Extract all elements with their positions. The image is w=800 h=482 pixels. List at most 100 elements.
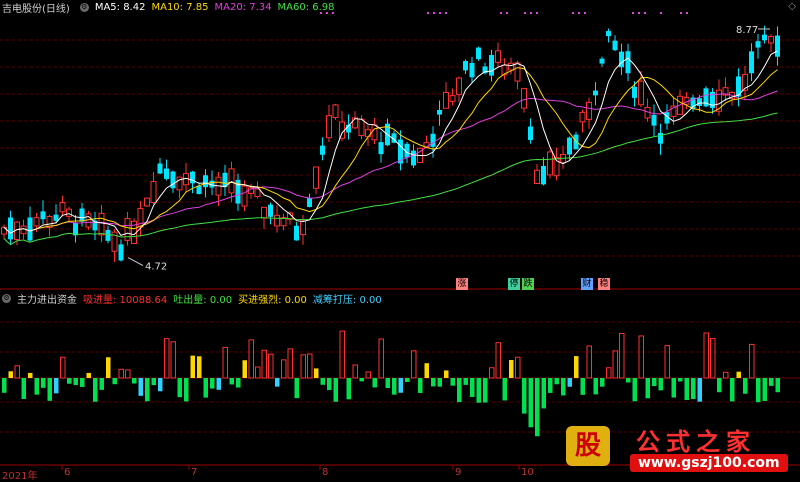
flow-bar xyxy=(697,378,702,402)
settings-icon[interactable]: ⚙ xyxy=(2,293,11,303)
event-tag[interactable]: 财 xyxy=(581,278,593,290)
candle-body xyxy=(632,86,637,98)
event-tag[interactable]: 停 xyxy=(508,278,520,290)
logo-glyph: 股 xyxy=(566,426,610,466)
candle-body xyxy=(33,217,40,227)
candle-body xyxy=(196,185,202,195)
flow-bar xyxy=(112,378,117,385)
flow-bar xyxy=(580,378,585,395)
x-tick-label: 8 xyxy=(322,467,329,478)
candle-body xyxy=(528,126,533,141)
flow-bar xyxy=(145,378,150,402)
flow-bar xyxy=(190,355,195,378)
flow-bar xyxy=(365,371,371,379)
flow-bar xyxy=(586,345,592,379)
candle-body xyxy=(469,62,475,78)
candle-body xyxy=(638,80,644,106)
flow-bar xyxy=(483,378,488,403)
event-tag-text: 稳 xyxy=(599,279,609,289)
flow-bar xyxy=(606,367,612,379)
candle-body xyxy=(489,54,494,76)
flow-bar xyxy=(522,378,527,414)
candle-body xyxy=(320,145,325,155)
flow-bar xyxy=(600,378,605,387)
flow-bar xyxy=(509,359,514,378)
candle-body xyxy=(365,129,371,138)
flow-bar xyxy=(561,378,566,396)
event-tag-text: 跌 xyxy=(523,279,533,289)
event-tag[interactable]: 涨 xyxy=(456,278,468,290)
flow-bar xyxy=(314,368,319,378)
ma10-line xyxy=(3,67,778,234)
flow-bar xyxy=(73,378,78,385)
candle-body xyxy=(371,124,378,141)
flow-bar xyxy=(437,378,442,387)
flow-bar xyxy=(658,378,663,391)
flow-bar xyxy=(47,378,52,401)
candle-body xyxy=(118,244,124,261)
flow-bar xyxy=(535,378,540,437)
flow-bar xyxy=(495,342,501,379)
ma5-label: MA5: 8.42 xyxy=(94,1,146,13)
settings-icon[interactable]: ⚙ xyxy=(79,2,89,12)
candle-body xyxy=(358,118,365,137)
flow-bar xyxy=(463,378,468,385)
flow-bar xyxy=(294,378,299,399)
high-price-label: 8.77 xyxy=(736,25,758,36)
event-tag-text: 财 xyxy=(582,279,592,289)
flow-bar xyxy=(67,378,72,384)
ma10-label: MA10: 7.85 xyxy=(151,1,209,13)
candle-body xyxy=(762,34,767,41)
flow-bar xyxy=(398,378,403,393)
flow-bar xyxy=(158,378,163,392)
event-tag-text: 涨 xyxy=(457,279,467,289)
flow-bar xyxy=(457,378,462,403)
candle-body xyxy=(378,142,384,155)
event-tag[interactable]: 跌 xyxy=(522,278,534,290)
candle-body xyxy=(463,61,468,71)
flow-bar xyxy=(2,378,7,393)
flow-bar xyxy=(730,378,735,402)
flow-bar xyxy=(567,378,572,387)
candle-body xyxy=(651,114,657,126)
candle-body xyxy=(274,214,280,227)
candle-body xyxy=(59,202,66,213)
flow-bar xyxy=(619,332,625,379)
flow-bar xyxy=(34,378,39,395)
flow-bar xyxy=(184,378,189,402)
flow-bar xyxy=(268,353,274,379)
flow-bar xyxy=(300,354,306,379)
x-tick-label: 9 xyxy=(455,467,462,478)
candle-body xyxy=(508,62,514,71)
candle-body xyxy=(534,169,540,184)
flow-bar xyxy=(99,378,104,390)
ma60-label: MA60: 6.98 xyxy=(277,1,335,13)
flow-bar xyxy=(743,378,748,394)
candle-body xyxy=(768,36,774,44)
flow-bar xyxy=(164,338,170,379)
ma20-label: MA20: 7.34 xyxy=(214,1,272,13)
event-tag[interactable]: 稳 xyxy=(598,278,610,290)
flow-bar xyxy=(652,378,657,387)
flow-bar xyxy=(248,339,254,379)
flow-bar xyxy=(261,349,267,379)
flow-bar xyxy=(593,378,598,395)
flow-bar xyxy=(151,378,156,386)
flow-bar xyxy=(723,371,729,379)
flow-bar xyxy=(756,378,761,403)
candle-body xyxy=(541,166,546,185)
flow-bar xyxy=(118,368,124,379)
flow-bar xyxy=(86,372,91,378)
kline-chart[interactable]: 8.77 4.72 xyxy=(0,0,800,480)
flow-bar xyxy=(691,378,696,400)
flow-bar xyxy=(392,378,397,395)
flow-bar xyxy=(378,338,384,379)
candle-body xyxy=(73,222,78,236)
flow-bar xyxy=(554,378,559,385)
candle-body xyxy=(294,225,299,241)
indicator-suppress: 减筹打压: 0.00 xyxy=(312,294,382,306)
candle-body xyxy=(203,175,208,188)
candle-body xyxy=(606,31,611,37)
flow-bar xyxy=(717,378,722,393)
flow-bar xyxy=(664,345,670,379)
